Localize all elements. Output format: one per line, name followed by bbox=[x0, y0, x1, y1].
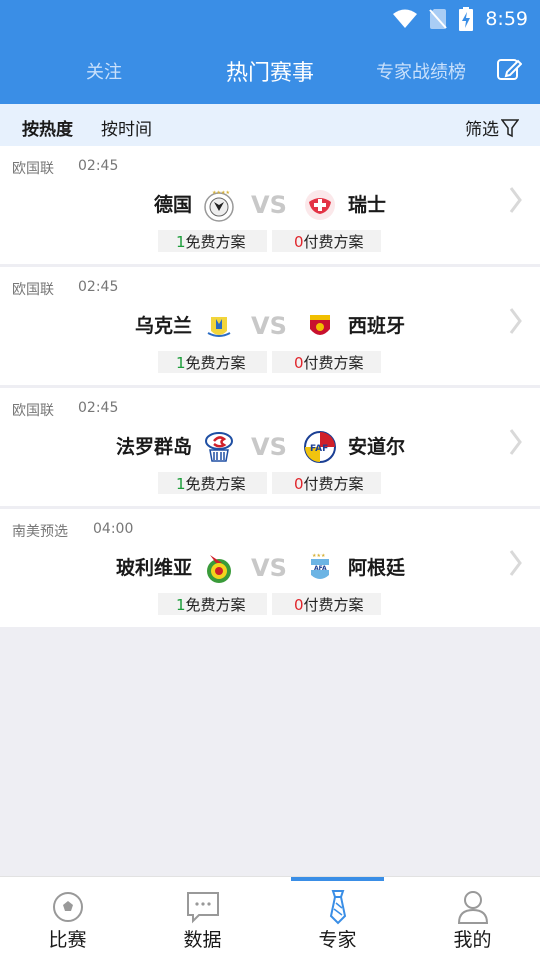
chevron-right-icon bbox=[509, 308, 522, 334]
away-team: 安道尔 bbox=[348, 436, 406, 458]
tab-matches[interactable]: 比赛 bbox=[0, 877, 135, 960]
sort-bar: 按热度 按时间 筛选 bbox=[0, 104, 540, 146]
free-plan-label: 免费方案 bbox=[185, 475, 246, 493]
free-plan-count: 1 bbox=[176, 354, 186, 372]
paid-plan-label: 付费方案 bbox=[303, 354, 364, 372]
match-time: 02:45 bbox=[78, 279, 119, 295]
sort-by-time[interactable]: 按时间 bbox=[101, 115, 152, 140]
paid-plan-count: 0 bbox=[294, 475, 304, 493]
home-team: 玻利维亚 bbox=[115, 557, 192, 579]
switzerland-crest-icon bbox=[305, 190, 335, 220]
free-plan-badge[interactable]: 1免费方案 bbox=[158, 472, 267, 494]
tab-expert[interactable]: 专家 bbox=[270, 877, 405, 960]
argentina-crest-icon: ★★★ AFA bbox=[311, 553, 329, 579]
away-team: 瑞士 bbox=[348, 194, 387, 216]
league-name: 欧国联 bbox=[12, 403, 54, 419]
paid-plan-label: 付费方案 bbox=[303, 475, 364, 493]
league-name: 欧国联 bbox=[12, 282, 54, 298]
tie-icon bbox=[329, 890, 346, 925]
battery-charging-icon bbox=[459, 7, 474, 31]
match-card[interactable]: 南美预选 04:00 玻利维亚 VS ★★★ AFA 阿根廷 1免费方案 0付费… bbox=[0, 509, 540, 627]
vs-label: VS bbox=[251, 191, 287, 219]
tab-label: 我的 bbox=[453, 929, 492, 951]
person-icon bbox=[457, 891, 488, 924]
vs-label: VS bbox=[251, 433, 287, 461]
tab-follow[interactable]: 关注 bbox=[86, 58, 122, 84]
bottom-tab-bar: 比赛 数据 专家 我的 bbox=[0, 876, 540, 960]
vs-label: VS bbox=[251, 554, 287, 582]
tab-label: 专家 bbox=[318, 929, 357, 951]
league-name: 欧国联 bbox=[12, 161, 54, 177]
page-title[interactable]: 热门赛事 bbox=[226, 55, 314, 87]
match-card[interactable]: 欧国联 02:45 乌克兰 VS 西班牙 1免费方案 0付费方案 bbox=[0, 267, 540, 385]
svg-text:★★★★: ★★★★ bbox=[212, 190, 230, 196]
paid-plan-badge[interactable]: 0付费方案 bbox=[272, 351, 381, 373]
chat-bubble-icon bbox=[186, 892, 219, 924]
vs-label: VS bbox=[251, 312, 287, 340]
soccer-ball-icon bbox=[52, 892, 83, 922]
edit-icon[interactable] bbox=[496, 56, 522, 82]
paid-plan-count: 0 bbox=[294, 233, 304, 251]
chevron-right-icon bbox=[509, 429, 522, 455]
svg-text:★★★: ★★★ bbox=[312, 553, 326, 559]
paid-plan-label: 付费方案 bbox=[303, 596, 364, 614]
funnel-icon bbox=[501, 118, 519, 137]
league-name: 南美预选 bbox=[12, 524, 68, 540]
paid-plan-label: 付费方案 bbox=[303, 233, 364, 251]
free-plan-label: 免费方案 bbox=[185, 233, 246, 251]
away-team: 阿根廷 bbox=[348, 557, 406, 579]
wifi-icon bbox=[393, 9, 418, 28]
free-plan-label: 免费方案 bbox=[185, 596, 246, 614]
filter-label: 筛选 bbox=[465, 120, 499, 140]
match-time: 02:45 bbox=[78, 400, 119, 416]
filter-button[interactable]: 筛选 bbox=[465, 115, 519, 140]
no-sim-icon bbox=[429, 9, 448, 29]
svg-text:FAF: FAF bbox=[310, 444, 328, 454]
home-team: 德国 bbox=[153, 194, 192, 216]
sort-by-heat[interactable]: 按热度 bbox=[22, 115, 73, 140]
spain-crest-icon bbox=[310, 315, 330, 335]
paid-plan-count: 0 bbox=[294, 596, 304, 614]
paid-plan-badge[interactable]: 0付费方案 bbox=[272, 472, 381, 494]
tab-label: 数据 bbox=[183, 929, 222, 951]
germany-crest-icon: ★★★★ bbox=[204, 190, 234, 222]
tab-data[interactable]: 数据 bbox=[135, 877, 270, 960]
chevron-right-icon bbox=[509, 187, 522, 213]
match-time: 02:45 bbox=[78, 158, 119, 174]
top-nav: 关注 热门赛事 专家战绩榜 bbox=[0, 46, 540, 92]
tab-label: 比赛 bbox=[48, 929, 87, 951]
paid-plan-badge[interactable]: 0付费方案 bbox=[272, 593, 381, 615]
ukraine-crest-icon bbox=[207, 317, 231, 337]
paid-plan-count: 0 bbox=[294, 354, 304, 372]
svg-text:AFA: AFA bbox=[314, 565, 327, 572]
home-team: 法罗群岛 bbox=[115, 436, 192, 458]
free-plan-badge[interactable]: 1免费方案 bbox=[158, 351, 267, 373]
match-card[interactable]: 欧国联 02:45 德国 ★★★★ VS 瑞士 1免费方案 0付费方案 bbox=[0, 146, 540, 264]
match-card[interactable]: 欧国联 02:45 法罗群岛 VS FAF 安道尔 1免费方案 0付费方案 bbox=[0, 388, 540, 506]
app-header: 8:59 关注 热门赛事 专家战绩榜 bbox=[0, 0, 540, 104]
free-plan-label: 免费方案 bbox=[185, 354, 246, 372]
paid-plan-badge[interactable]: 0付费方案 bbox=[272, 230, 381, 252]
status-bar: 8:59 bbox=[393, 6, 528, 32]
chevron-right-icon bbox=[509, 550, 522, 576]
free-plan-badge[interactable]: 1免费方案 bbox=[158, 593, 267, 615]
andorra-crest-icon: FAF bbox=[304, 431, 336, 463]
free-plan-count: 1 bbox=[176, 233, 186, 251]
free-plan-badge[interactable]: 1免费方案 bbox=[158, 230, 267, 252]
bolivia-crest-icon bbox=[207, 555, 231, 583]
free-plan-count: 1 bbox=[176, 475, 186, 493]
clock: 8:59 bbox=[485, 8, 528, 30]
tab-mine[interactable]: 我的 bbox=[405, 877, 540, 960]
free-plan-count: 1 bbox=[176, 596, 186, 614]
tab-expert-ranking[interactable]: 专家战绩榜 bbox=[376, 58, 466, 84]
away-team: 西班牙 bbox=[348, 315, 406, 337]
match-list: 欧国联 02:45 德国 ★★★★ VS 瑞士 1免费方案 0付费方案 欧国联 … bbox=[0, 146, 540, 630]
home-team: 乌克兰 bbox=[134, 315, 192, 337]
faroe-islands-crest-icon bbox=[205, 432, 233, 462]
match-time: 04:00 bbox=[93, 521, 134, 537]
